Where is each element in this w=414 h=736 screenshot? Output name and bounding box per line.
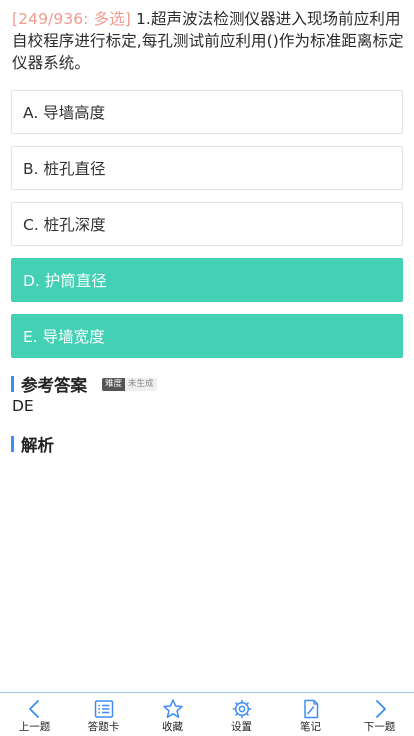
difficulty-badge: 难度 未生成 bbox=[102, 377, 157, 391]
option-e-label: E. 导墙宽度 bbox=[23, 328, 105, 346]
next-question-button[interactable]: 下一题 bbox=[345, 693, 414, 736]
section-accent-bar bbox=[11, 376, 14, 392]
option-b-label: B. 桩孔直径 bbox=[23, 160, 106, 178]
option-d[interactable]: D. 护筒直径 bbox=[11, 258, 403, 302]
star-icon bbox=[162, 699, 183, 718]
option-b[interactable]: B. 桩孔直径 bbox=[11, 146, 403, 190]
answer-section-header: 参考答案 难度 未生成 bbox=[11, 372, 157, 396]
option-a[interactable]: A. 导墙高度 bbox=[11, 90, 403, 134]
list-icon bbox=[94, 700, 113, 718]
analysis-section-header: 解析 bbox=[11, 432, 54, 456]
settings-button[interactable]: 设置 bbox=[207, 693, 276, 736]
analysis-section-title: 解析 bbox=[21, 436, 54, 455]
section-accent-bar bbox=[11, 436, 14, 452]
prev-question-button[interactable]: 上一题 bbox=[0, 693, 69, 736]
option-c[interactable]: C. 桩孔深度 bbox=[11, 202, 403, 246]
question-text: [249/936: 多选] 1.超声波法检测仪器进入现场前应利用自校程序进行标定… bbox=[12, 8, 404, 74]
option-a-label: A. 导墙高度 bbox=[23, 104, 106, 122]
bottom-nav: 上一题 答题卡 收藏 设置 笔记 下一题 bbox=[0, 692, 414, 736]
question-page: [249/936: 多选] 1.超声波法检测仪器进入现场前应利用自校程序进行标定… bbox=[0, 0, 414, 736]
difficulty-label: 难度 bbox=[102, 377, 126, 391]
chevron-left-icon bbox=[28, 700, 39, 718]
favorite-button[interactable]: 收藏 bbox=[138, 693, 207, 736]
next-question-label: 下一题 bbox=[363, 721, 396, 733]
notes-label: 笔记 bbox=[300, 721, 321, 733]
prev-question-label: 上一题 bbox=[18, 721, 51, 733]
settings-label: 设置 bbox=[231, 721, 252, 733]
option-e[interactable]: E. 导墙宽度 bbox=[11, 314, 403, 358]
note-icon bbox=[303, 699, 318, 719]
difficulty-value: 未生成 bbox=[125, 377, 157, 391]
question-tag: [249/936: 多选] bbox=[12, 10, 131, 28]
reference-answer: DE bbox=[12, 397, 34, 415]
notes-button[interactable]: 笔记 bbox=[276, 693, 345, 736]
favorite-label: 收藏 bbox=[162, 721, 183, 733]
answer-section-title: 参考答案 bbox=[21, 376, 87, 395]
option-c-label: C. 桩孔深度 bbox=[23, 216, 106, 234]
answer-card-button[interactable]: 答题卡 bbox=[69, 693, 138, 736]
gear-icon bbox=[232, 699, 251, 719]
chevron-right-icon bbox=[375, 700, 386, 718]
option-d-label: D. 护筒直径 bbox=[23, 272, 107, 290]
answer-card-label: 答题卡 bbox=[87, 721, 120, 733]
